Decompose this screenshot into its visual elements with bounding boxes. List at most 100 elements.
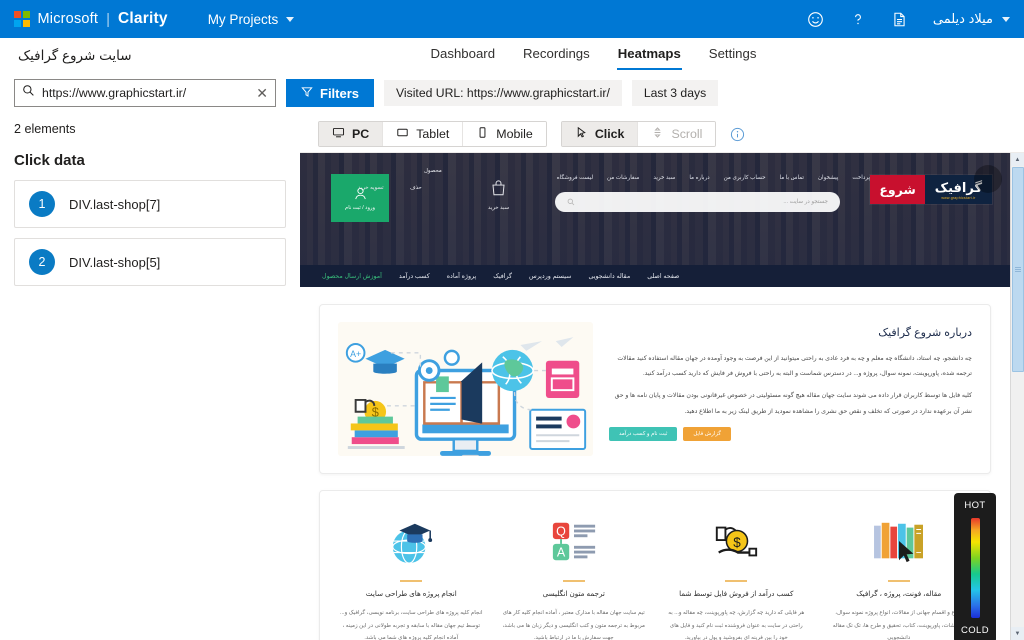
tab-heatmaps[interactable]: Heatmaps [616, 46, 682, 70]
rank-badge: 2 [29, 249, 55, 275]
mode-click-button[interactable]: Click [561, 122, 639, 146]
clear-icon[interactable]: ✕ [256, 86, 268, 100]
tab-dashboard[interactable]: Dashboard [430, 46, 497, 70]
site-menu-item-projects[interactable]: پروژه آماده [447, 273, 477, 280]
element-selector-label: DIV.last-shop[5] [69, 254, 161, 270]
app-header: Microsoft | Clarity My Projects میلاد دی… [0, 0, 1024, 38]
site-top-nav: پرداخت پیشخوان تماس با ما حساب کاربری من… [557, 175, 870, 181]
site-product-label-wrap: محصول [424, 166, 442, 174]
legend-hot-label: HOT [964, 500, 986, 511]
list-item[interactable]: 1 DIV.last-shop[7] [14, 180, 286, 228]
visited-url-pill[interactable]: Visited URL: https://www.graphicstart.ir… [384, 80, 622, 106]
site-search-input[interactable]: جستجو در سایت ... [555, 192, 840, 212]
site-topnav-item-contact[interactable]: تماس با ما [780, 175, 804, 181]
mobile-icon [476, 126, 489, 142]
microsoft-wordmark: Microsoft [37, 11, 99, 27]
url-search-box[interactable]: ✕ [14, 79, 276, 107]
site-logo-url-text: www.graphicstart.ir [941, 195, 976, 200]
scroll-down-arrow-icon[interactable]: ▼ [1010, 627, 1024, 640]
search-input[interactable] [42, 86, 250, 100]
money-hand-icon: $ [665, 511, 808, 573]
device-pc-button[interactable]: PC [319, 122, 384, 146]
device-mobile-button[interactable]: Mobile [463, 122, 546, 146]
site-topnav-item-cart[interactable]: سبد خرید [653, 175, 675, 181]
filter-funnel-icon [301, 86, 313, 101]
feature-divider [562, 580, 585, 582]
hero-decorative-circle [974, 165, 1002, 193]
site-cart[interactable]: سبد خرید [488, 179, 509, 211]
site-topnav-item-shoplist[interactable]: لیست فروشگاه [557, 175, 593, 181]
svg-text:A+: A+ [350, 349, 361, 359]
feature-title: انجام پروژه های طراحی سایت [365, 589, 457, 598]
about-section-card: A+ $ درباره شروع گرافیک چه دانشجو، چه اس… [319, 304, 991, 474]
site-topnav-item-payment[interactable]: پرداخت [852, 175, 870, 181]
site-menu-item-articles[interactable]: مقاله دانشجویی [588, 273, 630, 280]
scroll-up-arrow-icon[interactable]: ▲ [1010, 153, 1024, 166]
site-product-label: محصول [424, 168, 442, 174]
site-remove-label: حذف [410, 185, 422, 191]
site-topnav-item-dashboard[interactable]: پیشخوان [818, 175, 838, 181]
site-menu-item-income[interactable]: کسب درآمد [399, 273, 430, 280]
heatmap-pane: PC Tablet Mobile Click Scroll ورود / ثبت… [300, 116, 1024, 640]
site-menu-item-upload-tutorial[interactable]: آموزش ارسال محصول [322, 273, 382, 280]
feature-title: مقاله، فونت، پروژه ، گرافیک [856, 589, 942, 598]
feature-title: کسب درآمد از فروش فایل توسط شما [679, 589, 794, 598]
scrollbar-thumb[interactable] [1011, 167, 1024, 372]
page-title: سایت شروع گرافیک [18, 48, 132, 63]
about-cta-buttons: گزارش فایل ثبت نام و کسب درآمد [609, 426, 972, 441]
about-paragraph: چه دانشجو، چه استاد، دانشگاه چه معلم و چ… [617, 355, 972, 378]
main-nav-tabs: Dashboard Recordings Heatmaps Settings [430, 46, 758, 70]
main-body: 2 elements Click data 1 DIV.last-shop[7]… [0, 116, 1024, 640]
document-icon[interactable] [892, 11, 907, 28]
search-icon [22, 84, 35, 102]
site-topnav-item-about[interactable]: درباره ما [689, 175, 709, 181]
tab-recordings[interactable]: Recordings [522, 46, 591, 70]
site-topnav-item-account[interactable]: حساب کاربری من [724, 175, 766, 181]
svg-text:Q: Q [556, 524, 566, 538]
info-circle-icon[interactable] [730, 127, 745, 142]
report-file-button[interactable]: گزارش فایل [683, 426, 731, 441]
site-login-button[interactable]: ورود / ثبت نام [331, 174, 389, 222]
smiley-icon[interactable] [807, 11, 824, 28]
tab-settings[interactable]: Settings [708, 46, 758, 70]
education-illustration-icon: A+ $ [338, 322, 593, 456]
click-data-panel: 2 elements Click data 1 DIV.last-shop[7]… [0, 116, 300, 640]
globe-graduation-icon [340, 511, 483, 573]
site-remove-action[interactable]: حذف [410, 183, 422, 191]
chevron-down-icon [1002, 16, 1010, 22]
site-settle-action[interactable]: تسویه خرید [358, 183, 384, 191]
feature-item-income: $ کسب درآمد از فروش فایل توسط شما هر فای… [655, 511, 818, 640]
legend-cold-label: COLD [961, 625, 989, 636]
my-projects-menu[interactable]: My Projects [208, 12, 295, 27]
brand-separator: | [106, 10, 111, 28]
heatmap-viewport: ورود / ثبت نام سبد خرید حذف تسویه خرید م… [300, 152, 1024, 640]
site-menu-item-home[interactable]: صفحه اصلی [647, 273, 679, 280]
chevron-down-icon [286, 16, 295, 22]
question-mark-icon[interactable] [850, 11, 866, 28]
site-menu-item-wordpress[interactable]: سیستم وردپرس [529, 273, 571, 280]
site-login-label: ورود / ثبت نام [345, 205, 375, 211]
device-toolbar: PC Tablet Mobile Click Scroll [300, 116, 1024, 152]
about-text-block: درباره شروع گرافیک چه دانشجو، چه استاد، … [609, 322, 972, 456]
cursor-icon [575, 126, 588, 142]
list-item[interactable]: 2 DIV.last-shop[5] [14, 238, 286, 286]
device-tablet-button[interactable]: Tablet [383, 122, 464, 146]
books-cursor-icon [828, 511, 971, 573]
site-topnav-item-orders[interactable]: سفارشات من [607, 175, 639, 181]
device-mobile-label: Mobile [496, 127, 533, 141]
date-range-pill[interactable]: Last 3 days [631, 80, 719, 106]
element-selector-label: DIV.last-shop[7] [69, 196, 161, 212]
register-earn-button[interactable]: ثبت نام و کسب درآمد [609, 426, 678, 441]
legend-gradient-bar [970, 518, 980, 618]
filters-label: Filters [320, 85, 360, 101]
about-paragraph: کلیه فایل ها توسط کاربران قرار داده می ش… [614, 392, 972, 415]
preview-scrollbar[interactable]: ▲ ▼ [1010, 153, 1024, 640]
site-preview-frame: ورود / ثبت نام سبد خرید حذف تسویه خرید م… [300, 153, 1010, 640]
site-menu-item-graphics[interactable]: گرافیک [493, 273, 512, 280]
heatmap-mode-selector: Click Scroll [560, 121, 717, 147]
feature-divider [725, 580, 748, 582]
feature-title: ترجمه متون انگلیسی [542, 589, 605, 598]
filters-button[interactable]: Filters [286, 79, 375, 107]
qa-translate-icon: Q A [503, 511, 646, 573]
user-account-menu[interactable]: میلاد دیلمی [933, 11, 1010, 27]
